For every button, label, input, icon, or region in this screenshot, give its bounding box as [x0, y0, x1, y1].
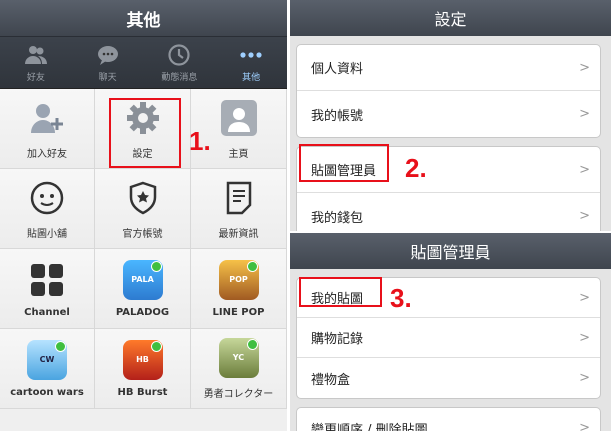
- more-icon: [240, 51, 262, 58]
- cartoon-wars-app-button[interactable]: CW cartoon wars: [0, 329, 95, 409]
- sticker-manager-group-2: 變更順序 / 刪除貼圖 >: [296, 407, 601, 431]
- paladog-app-button[interactable]: PALA PALADOG: [95, 249, 191, 329]
- add-friend-icon: [27, 98, 67, 138]
- line-pop-app-button[interactable]: POP LINE POP: [191, 249, 287, 329]
- add-friend-button[interactable]: 加入好友: [0, 89, 95, 169]
- hb-burst-app-icon: HB: [122, 339, 163, 380]
- settings-item-account[interactable]: 我的帳號 >: [297, 91, 600, 137]
- paladog-label: PALADOG: [115, 306, 170, 318]
- other-title: 其他: [0, 0, 287, 37]
- official-account-button[interactable]: 官方帳號: [95, 169, 191, 249]
- purchase-history-label: 購物記錄: [311, 332, 364, 347]
- sticker-shop-button[interactable]: 貼圖小舖: [0, 169, 95, 249]
- chevron-right-icon: >: [579, 106, 590, 122]
- sticker-manager-highlight-box: [299, 144, 389, 182]
- hb-burst-app-button[interactable]: HB HB Burst: [95, 329, 191, 409]
- settings-item-wallet-label: 我的錢包: [311, 210, 364, 226]
- reorder-delete-stickers-item[interactable]: 變更順序 / 刪除貼圖 >: [297, 408, 600, 431]
- settings-screen: 設定 個人資料 > 我的帳號 > 貼圖管理員 > 我的錢包 > 2.: [290, 0, 611, 231]
- gift-box-label: 禮物盒: [311, 372, 351, 388]
- step-2-marker: 2.: [405, 153, 427, 183]
- settings-highlight-box: [109, 98, 181, 168]
- my-stickers-highlight-box: [299, 277, 382, 307]
- step-3-marker: 3.: [390, 283, 412, 313]
- tab-chat-label: 聊天: [98, 72, 117, 83]
- chevron-right-icon: >: [579, 208, 590, 224]
- bottom-tab-bar: 好友 聊天 動態消息 其他: [0, 37, 287, 89]
- chevron-right-icon: >: [579, 60, 590, 75]
- settings-title: 設定: [290, 0, 611, 36]
- clock-icon: [168, 43, 190, 66]
- official-account-label: 官方帳號: [122, 228, 163, 240]
- tab-friends[interactable]: 好友: [0, 37, 72, 88]
- tab-friends-label: 好友: [26, 72, 45, 83]
- tab-more[interactable]: 其他: [215, 37, 287, 88]
- tab-timeline[interactable]: 動態消息: [144, 37, 216, 88]
- settings-item-account-label: 我的帳號: [311, 108, 364, 124]
- settings-item-wallet[interactable]: 我的錢包 >: [297, 193, 600, 231]
- news-label: 最新資訊: [218, 228, 259, 240]
- settings-group-1: 個人資料 > 我的帳號 >: [296, 44, 601, 138]
- profile-icon: [219, 98, 259, 138]
- settings-item-profile-label: 個人資料: [311, 62, 364, 77]
- cartoon-wars-label: cartoon wars: [10, 386, 84, 398]
- step-1-marker: 1.: [189, 126, 211, 156]
- friends-icon: [24, 45, 47, 64]
- sticker-manager-screen: 貼圖管理員 我的貼圖 > 購物記錄 > 禮物盒 > 變更順序 / 刪除貼圖 > 3.: [290, 233, 611, 431]
- channel-icon: [27, 260, 67, 300]
- add-friend-label: 加入好友: [27, 148, 67, 160]
- settings-item-profile[interactable]: 個人資料 >: [297, 45, 600, 91]
- tab-chat[interactable]: 聊天: [72, 37, 144, 88]
- line-pop-label: LINE POP: [212, 306, 265, 318]
- news-icon: [219, 178, 259, 218]
- chevron-right-icon: >: [579, 330, 590, 345]
- reorder-delete-stickers-label: 變更順序 / 刪除貼圖: [311, 422, 428, 431]
- official-account-icon: [123, 178, 163, 218]
- chevron-right-icon: >: [579, 162, 590, 177]
- sticker-manager-title: 貼圖管理員: [290, 233, 611, 269]
- cartoon-wars-app-icon: CW: [27, 339, 67, 380]
- paladog-app-icon: PALA: [122, 259, 163, 300]
- chat-icon: [97, 45, 118, 65]
- chevron-right-icon: >: [579, 420, 590, 431]
- tab-more-label: 其他: [242, 72, 261, 83]
- channel-label: Channel: [24, 306, 70, 318]
- other-screen: 其他 好友 聊天 動態消息 其他 加入好友 設定 主頁 貼圖小舖 官方帳號 最新…: [0, 0, 287, 431]
- hb-burst-label: HB Burst: [117, 386, 168, 398]
- gift-box-item[interactable]: 禮物盒 >: [297, 358, 600, 398]
- yusha-collector-label: 勇者コレクター: [203, 388, 274, 400]
- yusha-collector-app-button[interactable]: YC 勇者コレクター: [191, 329, 287, 409]
- channel-button[interactable]: Channel: [0, 249, 95, 329]
- chevron-right-icon: >: [579, 370, 590, 386]
- profile-label: 主頁: [228, 148, 249, 160]
- tab-timeline-label: 動態消息: [161, 72, 198, 83]
- news-button[interactable]: 最新資訊: [191, 169, 287, 249]
- yusha-collector-app-icon: YC: [218, 337, 259, 378]
- sticker-shop-label: 貼圖小舖: [27, 228, 67, 240]
- chevron-right-icon: >: [579, 290, 590, 305]
- sticker-shop-icon: [27, 178, 67, 218]
- purchase-history-item[interactable]: 購物記錄 >: [297, 318, 600, 358]
- line-pop-app-icon: POP: [218, 259, 259, 300]
